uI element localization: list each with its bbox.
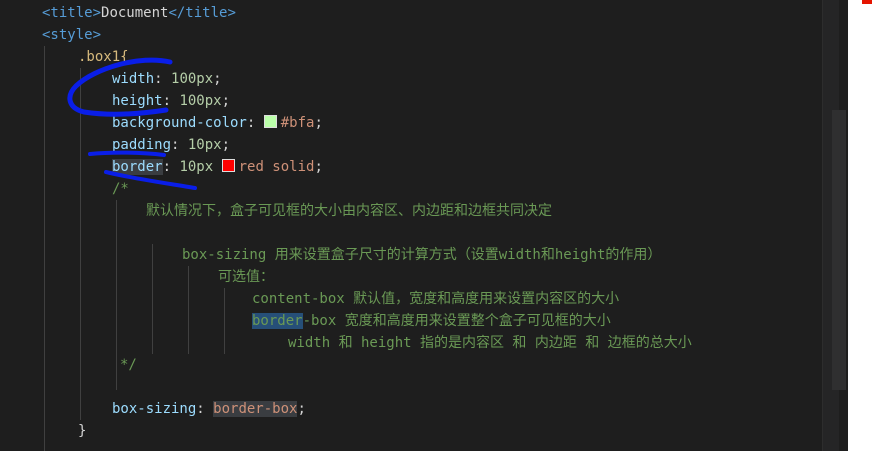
code-line-height[interactable]: height: 100px; (112, 90, 230, 112)
code-line-title[interactable]: <title>Document</title> (42, 2, 236, 24)
scrollbar-thumb[interactable] (832, 110, 846, 390)
css-property: background-color (112, 115, 247, 131)
code-line-comment-close[interactable]: */ (120, 354, 137, 376)
code-line-comment[interactable]: 可选值： (218, 266, 274, 288)
comment-text: width 和 height 指的是内容区 和 内边距 和 边框的总大小 (288, 335, 692, 351)
colon: : (162, 159, 180, 175)
code-line-comment[interactable]: width 和 height 指的是内容区 和 内边距 和 边框的总大小 (288, 332, 692, 354)
preview-red-box (862, 0, 872, 4)
semicolon: ; (213, 71, 222, 87)
code-line-padding[interactable]: padding: 10px; (112, 134, 230, 156)
comment-text: -box 宽度和高度用来设置整个盒子可见框的大小 (302, 313, 611, 329)
comment-text: content-box 默认值，宽度和高度用来设置内容区的大小 (252, 291, 620, 307)
colon: : (162, 93, 180, 109)
css-value: 100px (179, 93, 222, 109)
tag-open: <style> (42, 27, 102, 43)
code-line-selector[interactable]: .box1{ (78, 46, 129, 68)
code-editor[interactable]: <title>Document</title> <style> .box1{ w… (0, 0, 822, 451)
colon: : (246, 115, 264, 131)
indent-guide (224, 288, 225, 354)
tag-close: </title> (168, 5, 236, 21)
closing-brace: } (78, 423, 87, 439)
indent-guide (116, 200, 117, 390)
css-property: box-sizing (112, 401, 197, 417)
css-property: border (112, 159, 163, 175)
css-property: width (112, 71, 155, 87)
code-line-style[interactable]: <style> (42, 24, 101, 46)
css-property: height (112, 93, 163, 109)
colon: : (196, 401, 214, 417)
colon: : (171, 137, 188, 153)
semicolon: ; (297, 401, 306, 417)
css-value: 10px (187, 137, 222, 153)
css-selector: .box1{ (78, 49, 129, 65)
code-line-comment[interactable]: box-sizing 用来设置盒子尺寸的计算方式（设置width和height的… (182, 244, 661, 266)
indent-guide (44, 46, 45, 451)
color-swatch-icon[interactable] (263, 115, 277, 128)
code-line-close-brace[interactable]: } (78, 420, 86, 442)
code-line-box-sizing[interactable]: box-sizing: border-box; (112, 398, 306, 420)
semicolon: ; (221, 93, 231, 109)
css-value-number: 10px (179, 159, 222, 175)
search-highlight: border (252, 313, 303, 329)
comment-text: box-sizing 用来设置盒子尺寸的计算方式（设置width和height的… (182, 247, 662, 263)
indent-guide (152, 244, 153, 354)
comment-text: */ (120, 357, 137, 373)
indent-guide (80, 68, 81, 420)
css-value: red solid (238, 159, 315, 175)
code-line-background-color[interactable]: background-color: #bfa; (112, 112, 323, 134)
code-line-border[interactable]: border: 10px red solid; (112, 156, 323, 178)
css-value: #bfa (280, 115, 315, 131)
color-swatch-icon[interactable] (221, 159, 235, 172)
code-line-comment[interactable]: content-box 默认值，宽度和高度用来设置内容区的大小 (252, 288, 619, 310)
code-line-comment-open[interactable]: /* (112, 178, 129, 200)
tag-text: Document (101, 5, 169, 21)
colon: : (154, 71, 172, 87)
css-property: padding (112, 137, 172, 153)
code-line-comment[interactable]: border-box 宽度和高度用来设置整个盒子可见框的大小 (252, 310, 611, 332)
code-line-comment[interactable]: 默认情况下，盒子可见框的大小由内容区、内边距和边框共同决定 (146, 200, 552, 222)
comment-text: 可选值： (218, 269, 274, 285)
tag-open: <title> (42, 5, 102, 21)
semicolon: ; (221, 137, 231, 153)
semicolon: ; (314, 115, 323, 131)
code-line-width[interactable]: width: 100px; (112, 68, 222, 90)
browser-preview-panel (848, 0, 879, 451)
css-value: 100px (171, 71, 214, 87)
indent-guide (188, 266, 189, 354)
semicolon: ; (314, 159, 323, 175)
css-value: border-box (213, 401, 298, 417)
comment-text: 默认情况下，盒子可见框的大小由内容区、内边距和边框共同决定 (146, 203, 552, 219)
comment-text: /* (112, 181, 129, 197)
